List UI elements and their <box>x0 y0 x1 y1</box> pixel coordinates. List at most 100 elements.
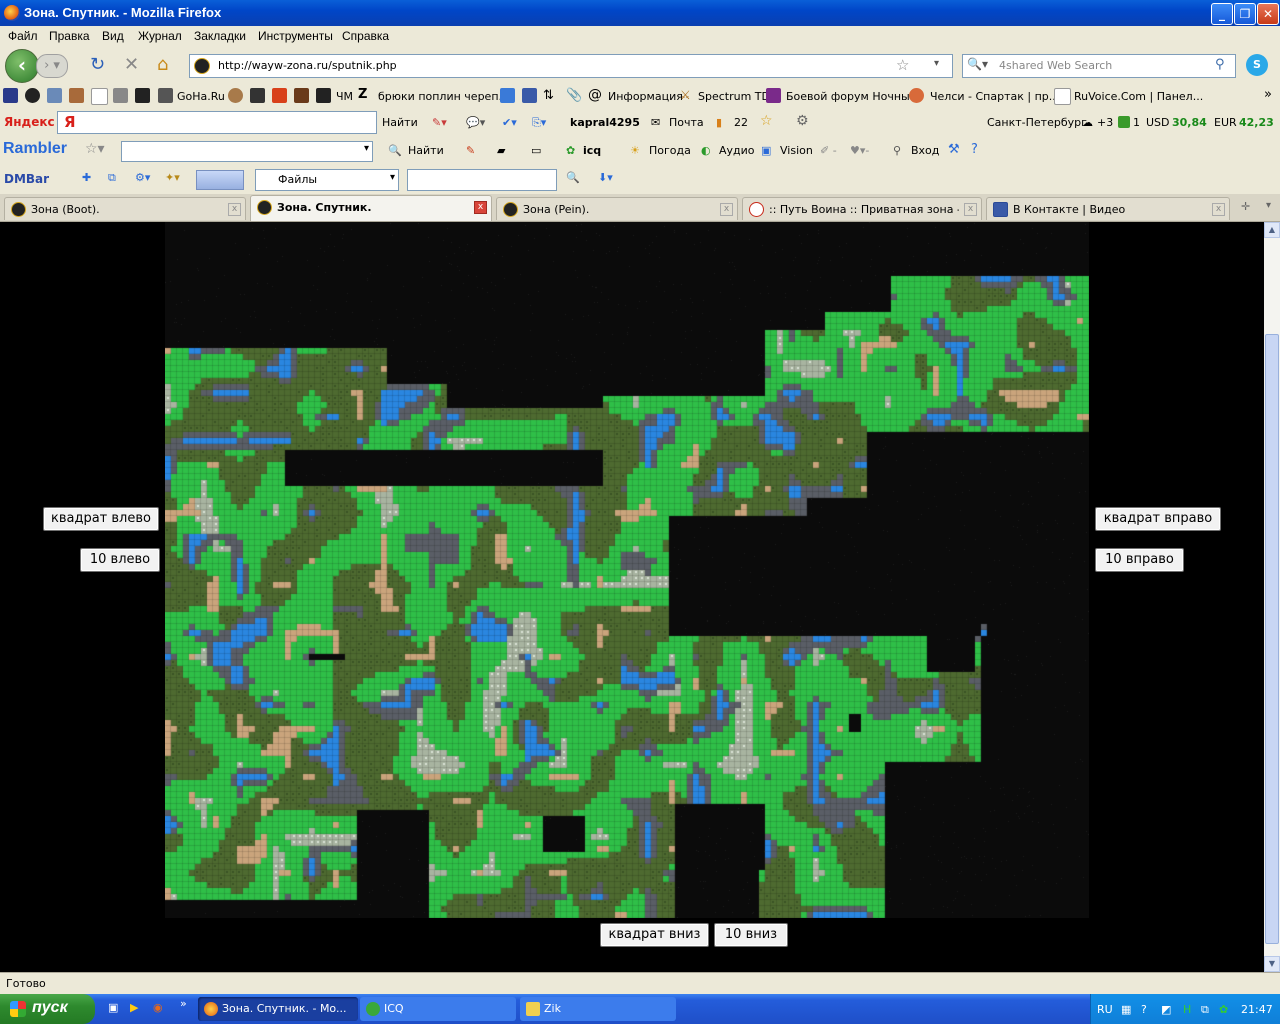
tab-boot[interactable]: Зона (Boot). x <box>4 197 246 220</box>
taskbar-firefox[interactable]: Зона. Спутник. - Mo... <box>198 997 358 1021</box>
bookmark-icon[interactable] <box>69 88 84 103</box>
search-engine-icon[interactable]: 🔍▾ <box>967 57 988 71</box>
dm-files-select[interactable]: Файлы ▾ <box>255 169 399 191</box>
dropdown-arrow-icon[interactable]: ▾ <box>364 143 369 154</box>
dm-icon[interactable]: ✚ <box>82 171 91 184</box>
bookmark-info[interactable]: Информация <box>608 90 683 103</box>
dmbar-logo[interactable]: DMBar <box>4 172 49 186</box>
tray-icon[interactable]: H <box>1183 1003 1191 1016</box>
yandex-logo[interactable]: Яндекс <box>4 115 55 129</box>
favorites-star-icon[interactable]: ☆ <box>760 113 773 129</box>
tab-vkontakte[interactable]: В Контакте | Видео x <box>986 197 1230 220</box>
yandex-find-button[interactable]: Найти <box>382 116 418 129</box>
tab-close-icon[interactable]: x <box>964 203 977 216</box>
skype-icon[interactable]: S <box>1246 54 1268 76</box>
bookmark-spectrum[interactable]: Spectrum TD <box>698 90 770 103</box>
rambler-login[interactable]: Вход <box>911 144 939 157</box>
bookmark-icon[interactable] <box>135 88 150 103</box>
tab-close-icon[interactable]: x <box>228 203 241 216</box>
tab-list-icon[interactable]: ▾ <box>1266 200 1271 211</box>
dm-icon[interactable]: ⧉ <box>108 171 116 185</box>
tab-put-voina[interactable]: :: Путь Воина :: Приватная зона - N... x <box>742 197 982 220</box>
note-icon[interactable]: ▭ <box>531 144 541 157</box>
tool-icon[interactable]: ▰ <box>497 144 505 157</box>
bookmark-chelsea[interactable]: Челси - Спартак | пр... <box>930 90 1059 103</box>
yandex-weather[interactable]: +3 <box>1097 116 1113 129</box>
dm-search-icon[interactable]: 🔍 <box>566 171 580 184</box>
bookmark-icon[interactable] <box>25 88 40 103</box>
map-canvas[interactable] <box>165 222 1089 918</box>
page-icon[interactable] <box>1054 88 1071 105</box>
dropdown-arrow-icon[interactable]: ▾ <box>390 172 395 183</box>
menu-help[interactable]: Справка <box>342 29 389 43</box>
bookmark-chm[interactable]: ЧМ <box>336 90 353 103</box>
bookmark-icon[interactable] <box>47 88 62 103</box>
menu-tools[interactable]: Инструменты <box>258 29 333 43</box>
menu-view[interactable]: Вид <box>102 29 124 43</box>
settings-gear-icon[interactable]: ⚙ <box>796 113 809 129</box>
ten-down-button[interactable]: 10 вниз <box>714 923 788 947</box>
tools-icon[interactable]: ⚒ <box>948 142 960 157</box>
rambler-weather[interactable]: Погода <box>649 144 691 157</box>
dm-icon[interactable]: ✦▾ <box>165 171 180 184</box>
rambler-search-input[interactable]: ▾ <box>121 141 373 162</box>
menu-history[interactable]: Журнал <box>138 29 182 43</box>
yandex-msg-count[interactable]: 1 <box>1133 116 1140 129</box>
start-button[interactable]: пуск <box>0 994 95 1024</box>
spiral-icon[interactable]: @ <box>588 87 602 103</box>
menu-file[interactable]: Файл <box>8 29 38 43</box>
new-tab-icon[interactable]: ✛ <box>1241 200 1250 213</box>
bookmark-icon[interactable] <box>766 88 781 103</box>
rambler-logo[interactable]: Rambler <box>3 140 67 158</box>
page-icon[interactable] <box>91 88 108 105</box>
yandex-mail[interactable]: Почта <box>669 116 704 129</box>
home-icon[interactable]: ⌂ <box>157 55 168 75</box>
tab-pein[interactable]: Зона (Pein). x <box>496 197 738 220</box>
vertical-scrollbar[interactable]: ▲ ▼ <box>1264 222 1280 972</box>
firefox-quicklaunch-icon[interactable]: ◉ <box>153 1001 163 1014</box>
clip-icon[interactable]: 📎 <box>566 88 582 103</box>
bookmark-forum[interactable]: Боевой форум Ночны... <box>786 90 920 103</box>
bookmark-icon[interactable] <box>316 88 331 103</box>
tray-icon[interactable]: ⧉ <box>1201 1003 1209 1017</box>
url-bar[interactable]: http://wayw-zona.ru/sputnik.php ☆ ▾ <box>189 54 953 78</box>
bookmark-goha[interactable]: GoHa.Ru <box>177 90 225 103</box>
arrows-icon[interactable]: ⇅ <box>543 88 554 103</box>
rambler-icq[interactable]: icq <box>583 144 601 157</box>
forward-button[interactable]: › ▾ <box>36 54 68 78</box>
ten-right-button[interactable]: 10 вправо <box>1095 548 1184 572</box>
close-button[interactable]: ✕ <box>1257 3 1279 25</box>
square-right-button[interactable]: квадрат вправо <box>1095 507 1221 531</box>
square-left-button[interactable]: квадрат влево <box>43 507 159 531</box>
mail-icon[interactable]: ✉ <box>651 116 660 129</box>
dm-search-input[interactable] <box>407 169 557 191</box>
yandex-count[interactable]: 22 <box>734 116 748 129</box>
z-icon[interactable]: Z <box>358 87 367 102</box>
quicklaunch-icon[interactable]: ▶ <box>130 1001 138 1014</box>
translate-icon[interactable]: ⎘▾ <box>532 116 546 130</box>
download-icon[interactable]: ⬇▾ <box>598 171 613 184</box>
dm-icon[interactable]: ⚙▾ <box>135 171 150 184</box>
tab-close-icon[interactable]: x <box>474 201 487 214</box>
url-dropdown-icon[interactable]: ▾ <box>934 58 939 69</box>
back-button[interactable]: ‹ <box>5 49 39 83</box>
heart-icon[interactable]: ♥▾- <box>850 144 869 157</box>
help-icon[interactable]: ? <box>971 142 978 157</box>
chelsea-icon[interactable] <box>909 88 924 103</box>
bookmark-icon[interactable] <box>272 88 287 103</box>
search-go-icon[interactable]: ⚲ <box>1215 57 1225 72</box>
yandex-user[interactable]: kapral4295 <box>570 116 640 129</box>
bookmark-star-icon[interactable]: ☆ <box>896 56 909 74</box>
yandex-search-input[interactable]: Я <box>57 111 377 134</box>
satellite-map[interactable] <box>165 222 1089 918</box>
scroll-thumb[interactable] <box>1265 334 1279 944</box>
comment-icon[interactable]: 💬▾ <box>466 116 485 129</box>
bookmark-ruvoice[interactable]: RuVoice.Com | Панел... <box>1074 90 1203 103</box>
quicklaunch-icon[interactable]: ▣ <box>108 1001 118 1014</box>
vk-icon[interactable] <box>522 88 537 103</box>
tab-close-icon[interactable]: x <box>1212 203 1225 216</box>
tray-icon[interactable]: ? <box>1141 1003 1147 1016</box>
rambler-audio[interactable]: Аудио <box>719 144 755 157</box>
pencil-icon[interactable]: ✎▾ <box>432 116 447 129</box>
bookmark-icon[interactable] <box>250 88 265 103</box>
